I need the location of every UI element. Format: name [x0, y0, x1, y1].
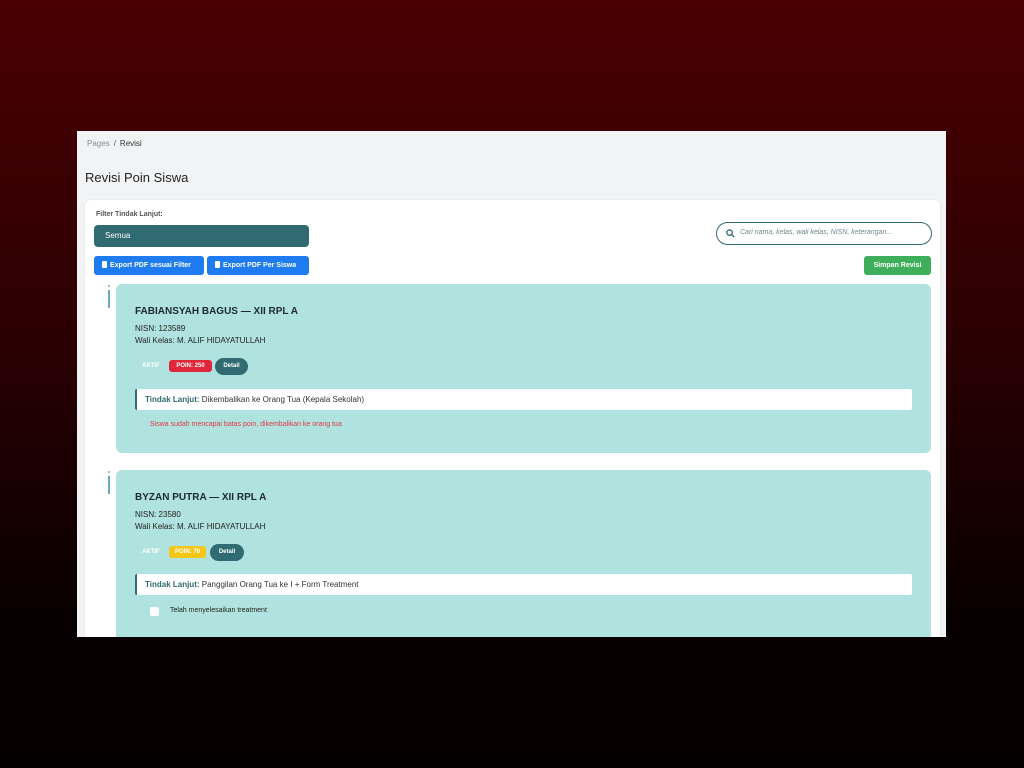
breadcrumb-current: Revisi [119, 139, 142, 148]
export-pdf-per-siswa-button[interactable]: Export PDF Per Siswa [207, 256, 309, 275]
search-placeholder: Cari nama, kelas, wali kelas, NISN, kete… [740, 229, 893, 236]
timeline-line [108, 476, 110, 494]
timeline-dot [108, 285, 110, 287]
breadcrumb-root[interactable]: Pages [87, 139, 110, 148]
breadcrumb: Pages / Revisi [87, 139, 142, 148]
export-pdf-per-siswa-label: Export PDF Per Siswa [223, 262, 297, 269]
poin-badge: POIN: 250 [169, 360, 212, 372]
save-revision-button[interactable]: Simpan Revisi [864, 256, 931, 275]
tindak-lanjut-box: Tindak Lanjut: Panggilan Orang Tua ke I … [135, 574, 912, 595]
filter-label: Filter Tindak Lanjut: [96, 211, 163, 218]
main-panel: Filter Tindak Lanjut: Semua Cari nama, k… [85, 200, 940, 637]
status-badge: AKTIF [136, 546, 166, 558]
poin-badge: POIN: 70 [169, 546, 206, 558]
student-wali-kelas: Wali Kelas: M. ALIF HIDAYATULLAH [135, 336, 266, 345]
tindak-lanjut-label: Tindak Lanjut: [145, 395, 200, 404]
tindak-lanjut-value: Panggilan Orang Tua ke I + Form Treatmen… [201, 580, 359, 589]
student-name: FABIANSYAH BAGUS — XII RPL A [135, 306, 298, 317]
student-name: BYZAN PUTRA — XII RPL A [135, 492, 267, 503]
detail-button[interactable]: Detail [210, 544, 244, 561]
breadcrumb-separator: / [113, 139, 116, 148]
warning-note: Siswa sudah mencapai batas poin, dikemba… [150, 421, 342, 428]
treatment-checkbox-label[interactable]: Telah menyelesaikan treatment [170, 607, 267, 614]
tindak-lanjut-value: Dikembalikan ke Orang Tua (Kepala Sekola… [201, 395, 365, 404]
timeline-dot [108, 471, 110, 473]
filter-select[interactable]: Semua [94, 225, 309, 247]
treatment-checkbox[interactable] [150, 607, 159, 616]
file-icon [215, 261, 220, 268]
status-badge: AKTIF [136, 360, 166, 372]
export-pdf-filter-button[interactable]: Export PDF sesuai Filter [94, 256, 204, 275]
student-nisn: NISN: 23580 [135, 510, 181, 519]
app-screen: Pages / Revisi Revisi Poin Siswa Filter Ti… [77, 131, 946, 637]
student-wali-kelas: Wali Kelas: M. ALIF HIDAYATULLAH [135, 522, 266, 531]
tindak-lanjut-label: Tindak Lanjut: [145, 580, 200, 589]
student-card: FABIANSYAH BAGUS — XII RPL A NISN: 12358… [116, 284, 931, 453]
student-card: BYZAN PUTRA — XII RPL A NISN: 23580 Wali… [116, 470, 931, 637]
timeline-line [108, 290, 110, 308]
search-input[interactable]: Cari nama, kelas, wali kelas, NISN, kete… [716, 222, 932, 245]
file-icon [102, 261, 107, 268]
student-nisn: NISN: 123589 [135, 324, 186, 333]
page-title: Revisi Poin Siswa [85, 170, 189, 185]
detail-button[interactable]: Detail [215, 358, 248, 375]
tindak-lanjut-box: Tindak Lanjut: Dikembalikan ke Orang Tua… [135, 389, 912, 410]
search-icon [726, 229, 735, 238]
export-pdf-filter-label: Export PDF sesuai Filter [110, 262, 191, 269]
